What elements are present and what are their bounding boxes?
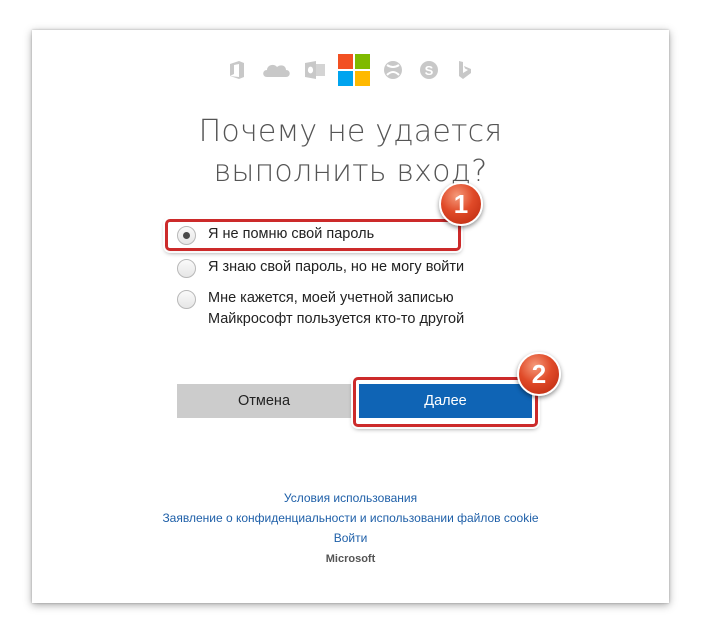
page-title-line2: выполнить вход? (213, 154, 488, 189)
option-account-compromised-line1: Мне кажется, моей учетной записью (208, 290, 454, 306)
terms-link[interactable]: Условия использования (32, 488, 669, 508)
page-title: Почему не удается выполнить вход? (32, 112, 669, 192)
option-cannot-sign-in[interactable]: Я знаю свой пароль, но не могу войти (177, 257, 464, 278)
skype-icon: S (412, 53, 446, 87)
step2-badge: 2 (517, 352, 561, 396)
office-icon (220, 53, 254, 87)
step2-highlight-frame (353, 377, 538, 427)
onedrive-icon (256, 53, 296, 87)
brand-icon-row: S (32, 50, 669, 90)
step1-badge: 1 (439, 182, 483, 226)
option-account-compromised-label: Мне кажется, моей учетной записью Майкро… (208, 288, 464, 330)
recovery-dialog: S Почему не удается выполнить вход? Я не… (32, 30, 669, 603)
step1-highlight-frame (165, 219, 461, 251)
option-cannot-sign-in-label: Я знаю свой пароль, но не могу войти (208, 259, 465, 275)
svg-text:S: S (424, 63, 433, 78)
xbox-icon (376, 53, 410, 87)
microsoft-logo (334, 53, 374, 87)
option-account-compromised-line2: Майкрософт пользуется кто-то другой (208, 311, 465, 327)
option-account-compromised[interactable]: Мне кажется, моей учетной записью Майкро… (177, 288, 464, 330)
footer-brand: Microsoft (325, 553, 376, 565)
radio-cannot-sign-in[interactable] (177, 259, 196, 278)
cancel-button[interactable]: Отмена (177, 384, 351, 418)
radio-account-compromised[interactable] (177, 290, 196, 309)
footer: Условия использования Заявление о конфид… (32, 488, 669, 565)
outlook-icon (298, 53, 332, 87)
bing-icon (448, 53, 482, 87)
privacy-link[interactable]: Заявление о конфиденциальности и использ… (32, 508, 669, 528)
signin-link[interactable]: Войти (32, 528, 669, 548)
page-title-line1: Почему не удается (198, 114, 503, 149)
